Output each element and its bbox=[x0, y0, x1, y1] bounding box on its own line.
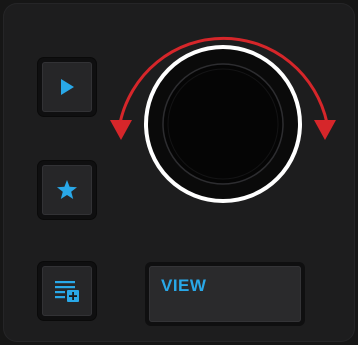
browse-encoder[interactable] bbox=[0, 0, 358, 345]
encoder-knob bbox=[162, 63, 284, 185]
